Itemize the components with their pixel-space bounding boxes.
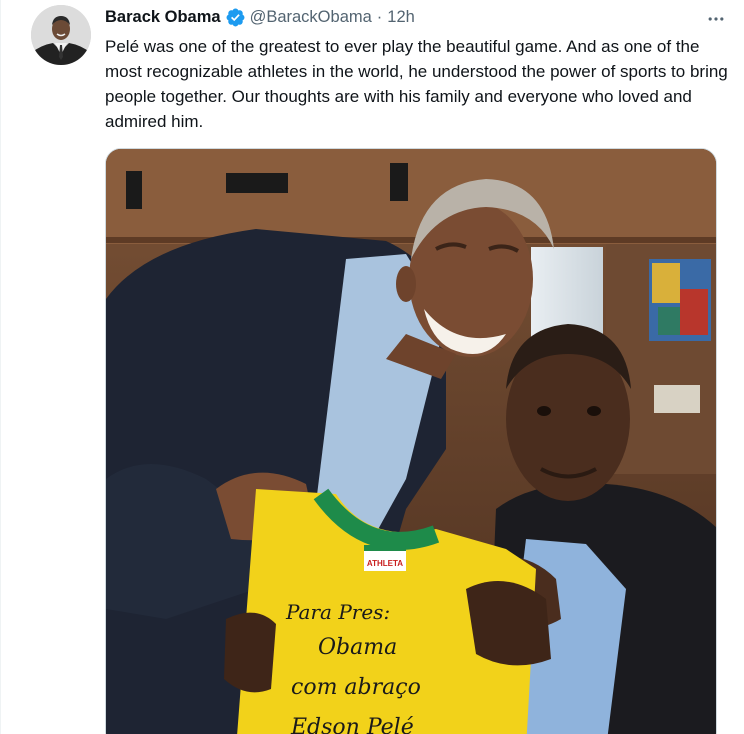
separator-dot: ·: [376, 8, 383, 26]
tweet-photo[interactable]: ATHLETA Para Pres: Obama com abraço Edso…: [105, 148, 717, 734]
tweet-content: Barack Obama @BarackObama · 12h Pelé was…: [105, 6, 733, 134]
verified-badge-icon: [225, 7, 246, 28]
tweet[interactable]: Barack Obama @BarackObama · 12h Pelé was…: [0, 0, 744, 734]
avatar[interactable]: [31, 5, 91, 65]
photo-image: ATHLETA Para Pres: Obama com abraço Edso…: [106, 149, 716, 734]
jersey-inscription-line-3: com abraço: [291, 675, 421, 700]
author-handle[interactable]: @BarackObama: [250, 6, 372, 28]
more-options-button[interactable]: [699, 2, 733, 36]
jersey-inscription-line-1: Para Pres:: [285, 600, 390, 624]
author-name[interactable]: Barack Obama: [105, 6, 221, 28]
tweet-text: Pelé was one of the greatest to ever pla…: [105, 37, 728, 131]
jersey-inscription-line-2: Obama: [318, 635, 397, 660]
jersey-tag-text: ATHLETA: [367, 559, 403, 568]
tweet-timestamp[interactable]: 12h: [387, 6, 415, 28]
tweet-header: Barack Obama @BarackObama · 12h: [105, 6, 733, 28]
more-options-icon: [708, 17, 724, 21]
avatar-image: [31, 5, 91, 65]
jersey-inscription-line-4: Edson Pelé: [290, 715, 414, 734]
